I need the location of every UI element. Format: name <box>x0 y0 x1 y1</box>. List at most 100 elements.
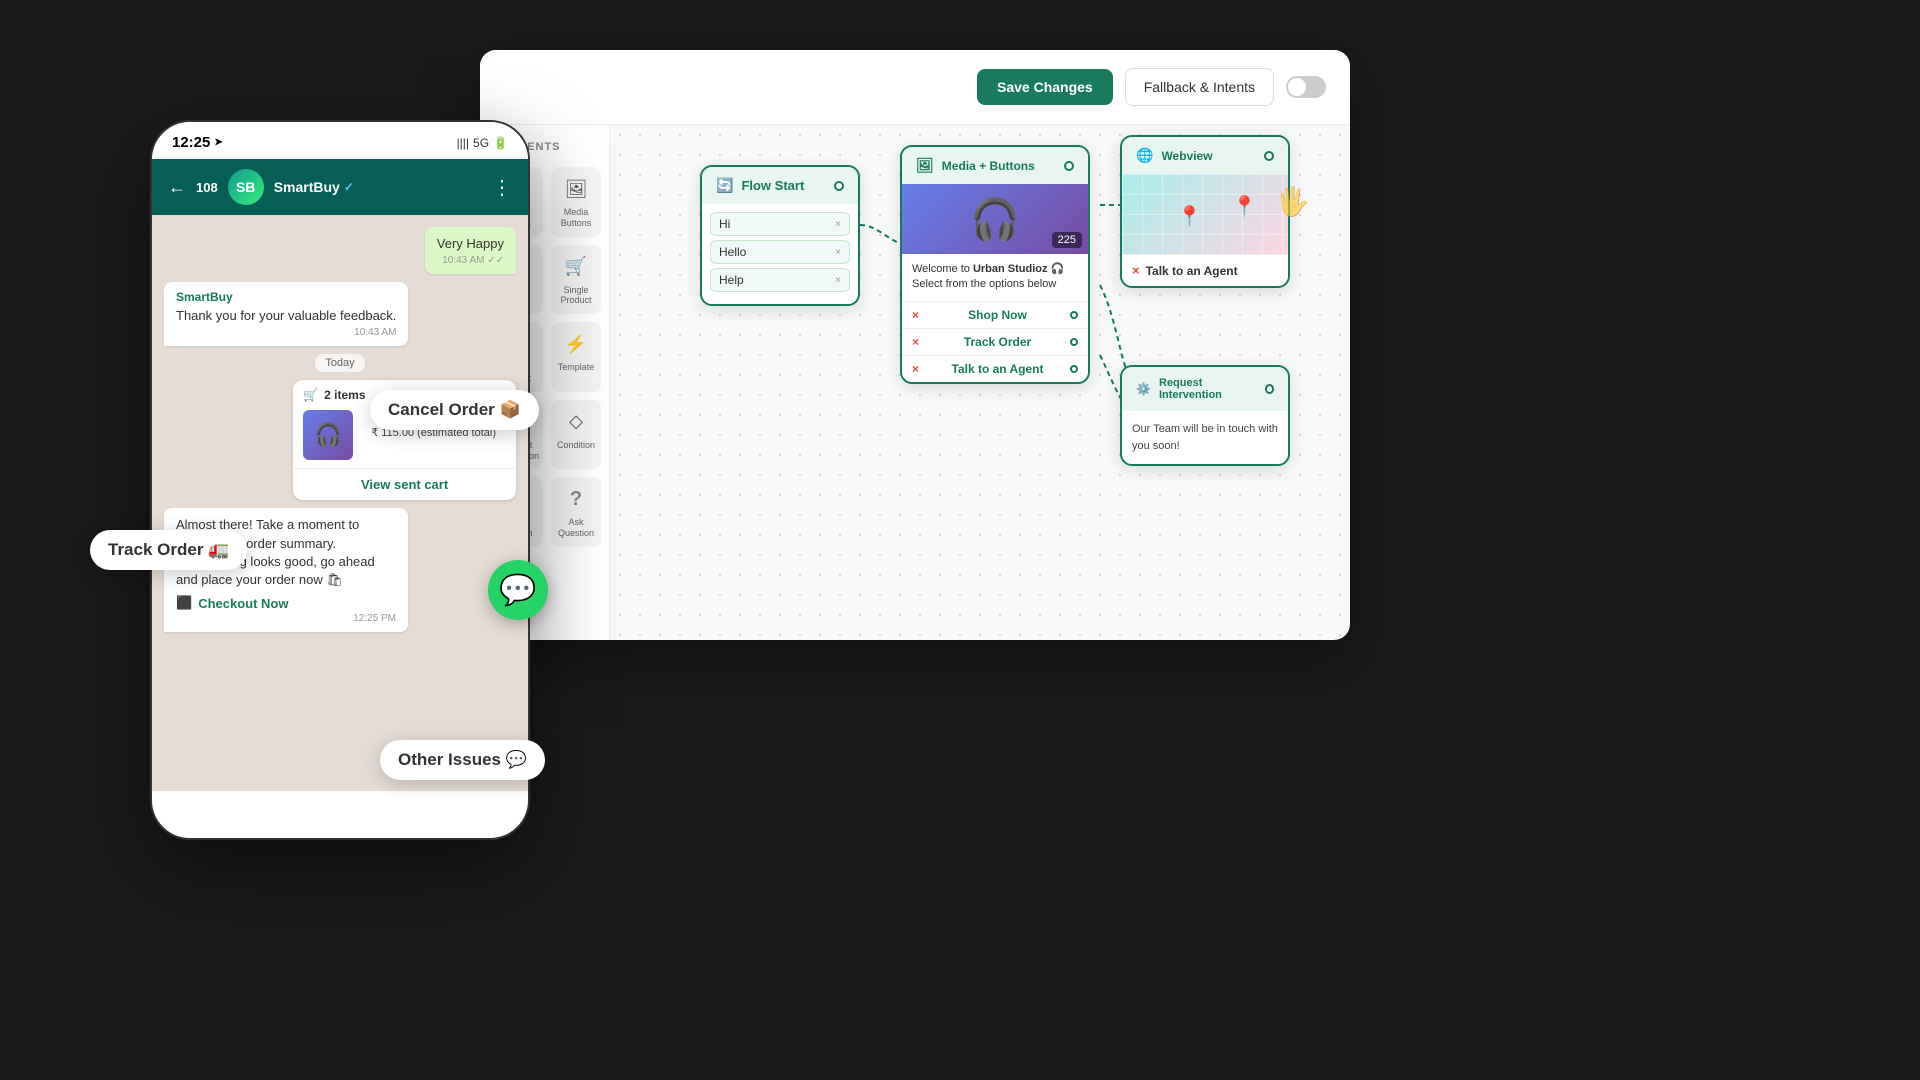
cancel-order-bubble[interactable]: Cancel Order 📦 <box>370 390 539 430</box>
chat-name-row: SmartBuy ✓ <box>274 179 482 195</box>
media-badge: 225 <box>1052 232 1082 248</box>
track-order-bubble[interactable]: Track Order 🚛 <box>90 530 247 570</box>
flow-header: Save Changes Fallback & Intents <box>480 50 1350 125</box>
request-intervention-node-title: Request Intervention <box>1159 377 1257 401</box>
webview-icon: 🌐 <box>1136 147 1153 164</box>
sidebar-item-single-product[interactable]: 🛒 Single Product <box>551 245 601 315</box>
cursor-icon: 🖐 <box>1275 185 1310 218</box>
map-preview: 📍 📍 <box>1122 174 1288 254</box>
checkout-time: 12:25 PM <box>176 613 396 624</box>
webview-node[interactable]: 🌐 Webview 📍 📍 × Talk to an Agent <box>1120 135 1290 288</box>
headphone-visual: 🎧 <box>970 196 1020 243</box>
flow-start-body: Hi × Hello × Help × <box>702 204 858 304</box>
track-order-btn[interactable]: × Track Order <box>902 328 1088 355</box>
received-message-feedback: SmartBuy Thank you for your valuable fee… <box>164 282 408 346</box>
shop-now-dot <box>1070 311 1078 319</box>
sidebar-item-media-buttons[interactable]: 🖼 Media Buttons <box>551 167 601 237</box>
request-intervention-node-icon: ⚙️ <box>1136 382 1151 396</box>
media-buttons-label: Media Buttons <box>555 207 597 229</box>
talk-agent-dot <box>1070 365 1078 373</box>
tag-hello-close[interactable]: × <box>835 247 841 258</box>
condition-icon: ◇ <box>562 408 590 436</box>
tag-help[interactable]: Help × <box>710 268 850 292</box>
chat-menu-icon[interactable]: ⋮ <box>492 175 512 200</box>
flow-start-header: 🔄 Flow Start <box>702 167 858 204</box>
back-arrow[interactable]: ← <box>168 177 186 198</box>
webview-btn-label: Talk to an Agent <box>1146 264 1238 278</box>
sidebar-item-ask-question[interactable]: ? Ask Question <box>551 477 601 547</box>
today-divider: Today <box>315 354 364 372</box>
received-time-feedback: 10:43 AM <box>176 327 396 338</box>
shop-now-btn[interactable]: × Shop Now <box>902 301 1088 328</box>
verified-icon: ✓ <box>344 180 354 194</box>
media-image-container: 🎧 225 <box>902 184 1088 254</box>
chat-header: ← 108 SB SmartBuy ✓ ⋮ <box>152 159 528 215</box>
request-intervention-header: ⚙️ Request Intervention <box>1122 367 1288 411</box>
whatsapp-icon: 💬 <box>499 573 536 608</box>
single-product-label: Single Product <box>555 285 597 307</box>
shop-now-x[interactable]: × <box>912 308 919 322</box>
phone-time: 12:25 ➤ <box>172 134 223 151</box>
tag-help-close[interactable]: × <box>835 275 841 286</box>
chat-body: Very Happy 10:43 AM ✓✓ SmartBuy Thank yo… <box>152 215 528 791</box>
toggle-switch[interactable] <box>1286 76 1326 98</box>
checkout-icon: ⬛ <box>176 595 192 611</box>
flow-builder: Save Changes Fallback & Intents CONTENTS… <box>480 50 1350 640</box>
request-intervention-node[interactable]: ⚙️ Request Intervention Our Team will be… <box>1120 365 1290 466</box>
media-description: Welcome to Urban Studioz 🎧Select from th… <box>902 254 1088 301</box>
brand-avatar: SB <box>228 169 264 205</box>
whatsapp-fab[interactable]: 💬 <box>488 560 548 620</box>
webview-talk-btn[interactable]: × Talk to an Agent <box>1122 254 1288 286</box>
tag-hi[interactable]: Hi × <box>710 212 850 236</box>
flow-body: CONTENTS ☰ Text Buttons 🖼 Media Buttons … <box>480 125 1350 640</box>
shop-now-label: Shop Now <box>968 308 1027 322</box>
message-count-badge: 108 <box>196 180 218 195</box>
sent-time: 10:43 AM ✓✓ <box>437 255 504 266</box>
track-order-x[interactable]: × <box>912 335 919 349</box>
map-grid <box>1122 174 1288 254</box>
sender-name-label: SmartBuy <box>176 290 396 304</box>
tag-hello[interactable]: Hello × <box>710 240 850 264</box>
checkout-label: Checkout Now <box>198 596 288 611</box>
received-text-feedback: Thank you for your valuable feedback. <box>176 307 396 325</box>
media-buttons-icon: 🖼 <box>562 175 590 203</box>
cart-icon: 🛒 <box>303 388 318 402</box>
webview-title: Webview <box>1161 149 1212 163</box>
template-icon: ⚡ <box>562 330 590 358</box>
single-product-icon: 🛒 <box>562 253 590 281</box>
received-checkout-message: Almost there! Take a moment to review yo… <box>164 508 408 632</box>
brand-name-display: SmartBuy ✓ <box>274 179 482 195</box>
map-pin-1: 📍 <box>1177 204 1202 229</box>
ask-question-label: Ask Question <box>555 517 597 539</box>
media-buttons-header: 🖼 Media + Buttons <box>902 147 1088 184</box>
talk-agent-btn[interactable]: × Talk to an Agent <box>902 355 1088 382</box>
media-buttons-node[interactable]: 🖼 Media + Buttons 🎧 225 Welcome to Urban… <box>900 145 1090 384</box>
flow-start-node[interactable]: 🔄 Flow Start Hi × Hello × Help × <box>700 165 860 306</box>
sidebar-item-condition[interactable]: ◇ Condition <box>551 400 601 470</box>
flow-canvas: 🔄 Flow Start Hi × Hello × Help × <box>610 125 1350 640</box>
track-order-dot <box>1070 338 1078 346</box>
request-connector <box>1265 384 1274 394</box>
other-issues-bubble[interactable]: Other Issues 💬 <box>380 740 545 780</box>
ask-question-icon: ? <box>562 485 590 513</box>
webview-connector <box>1264 151 1274 161</box>
tag-hi-close[interactable]: × <box>835 219 841 230</box>
location-arrow: ➤ <box>214 137 222 148</box>
webview-btn-x[interactable]: × <box>1132 263 1140 278</box>
phone-signals: |||| 5G 🔋 <box>457 136 508 150</box>
fallback-intents-button[interactable]: Fallback & Intents <box>1125 68 1274 106</box>
map-pin-2: 📍 <box>1232 194 1257 219</box>
sidebar-item-template[interactable]: ⚡ Template <box>551 322 601 392</box>
save-changes-button[interactable]: Save Changes <box>977 69 1113 105</box>
media-buttons-node-icon: 🖼 <box>916 157 934 174</box>
checkout-btn[interactable]: ⬛ Checkout Now <box>176 595 396 611</box>
flow-start-icon: 🔄 <box>716 177 733 194</box>
talk-agent-x[interactable]: × <box>912 362 919 376</box>
condition-label: Condition <box>557 440 595 451</box>
sent-text: Very Happy <box>437 235 504 253</box>
request-intervention-body: Our Team will be in touch with you soon! <box>1122 411 1288 464</box>
cart-items-count: 2 items <box>324 388 365 402</box>
view-sent-cart-btn[interactable]: View sent cart <box>293 468 516 500</box>
media-buttons-connector <box>1064 161 1074 171</box>
template-label: Template <box>558 362 595 373</box>
